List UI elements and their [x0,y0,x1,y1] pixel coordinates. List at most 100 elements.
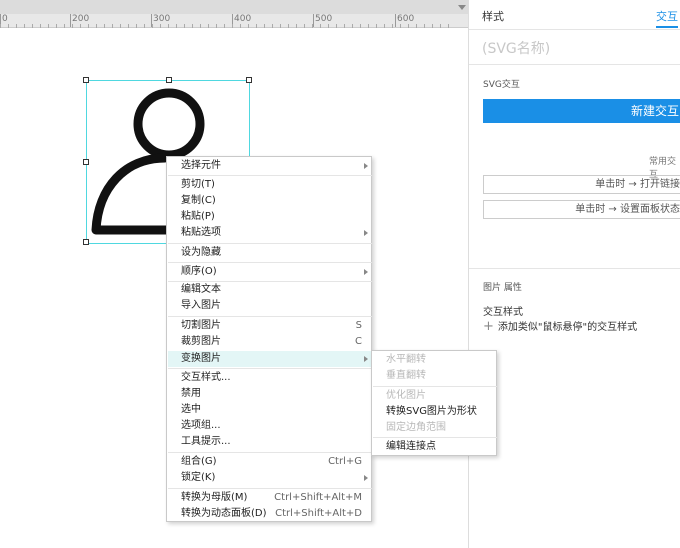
submenu-item-edit-connection-points[interactable]: 编辑连接点 [373,439,497,455]
menu-item-copy[interactable]: 复制(C) [168,193,372,209]
resize-handle-w[interactable] [83,159,89,165]
shortcut-label: C [355,336,362,347]
menu-item-select-widget[interactable]: 选择元件 [168,158,372,174]
menu-item-label: 粘贴选项 [181,227,221,238]
event-set-panel-state[interactable]: 单击时 → 设置面板状态 [483,200,680,219]
menu-item-paste[interactable]: 粘贴(P) [168,209,372,225]
resize-handle-n[interactable] [166,77,172,83]
menu-item-selected[interactable]: 选中 [168,402,372,418]
menu-item-label: 交互样式... [181,372,231,383]
ruler-label-600: 600 [397,14,415,24]
submenu-item-optimize-image: 优化图片 [386,390,426,401]
submenu-item-flip-vertical: 垂直翻转 [386,370,426,381]
submenu-item-fix-corner-range: 固定边角范围 [386,422,446,433]
menu-item-label: 选择元件 [181,160,221,171]
menu-item-lock[interactable]: 锁定(K) [168,470,372,486]
menu-separator [168,488,372,489]
submenu-item-flip-horizontal: 水平翻转 [386,354,426,365]
svg-interaction-label: SVG交互 [483,80,520,90]
ruler-label-500: 500 [315,14,333,24]
menu-item-set-hidden[interactable]: 设为隐藏 [168,245,372,261]
menu-item-label: 裁剪图片 [181,336,221,347]
menu-item-crop-image[interactable]: 裁剪图片 C [168,334,372,350]
shortcut-label: S [355,320,362,331]
divider [469,64,680,65]
menu-separator [168,368,372,369]
menu-item-label: 转换为动态面板(D) [181,508,267,519]
menu-item-slice-image[interactable]: 切割图片 S [168,318,372,334]
menu-item-label: 选中 [181,404,201,415]
menu-item-label: 剪切(T) [181,179,215,190]
resize-handle-ne[interactable] [246,77,252,83]
plus-icon: + [483,319,494,334]
add-interaction-style-link[interactable]: + 添加类似"鼠标悬停"的交互样式 [483,318,637,334]
new-interaction-button[interactable]: 新建交互 [483,99,680,123]
menu-separator [168,452,372,453]
menu-item-label: 顺序(O) [181,266,217,277]
tab-style[interactable]: 样式 [482,8,504,24]
ruler-label-200: 200 [72,14,90,24]
shortcut-label: Ctrl+Shift+Alt+D [275,508,362,519]
menu-item-edit-text[interactable]: 编辑文本 [168,282,372,298]
resize-handle-nw[interactable] [83,77,89,83]
submenu-item-convert-svg-to-shape[interactable]: 转换SVG图片为形状 [373,404,497,420]
submenu-arrow-icon [364,475,368,481]
menu-item-disable[interactable]: 禁用 [168,386,372,402]
menu-item-label: 组合(G) [181,456,217,467]
menu-separator [168,316,372,317]
menu-item-label: 切割图片 [181,320,221,331]
svg-name-field[interactable]: (SVG名称) [482,38,550,58]
ruler-tick [70,14,71,27]
menu-item-convert-to-master[interactable]: 转换为母版(M) Ctrl+Shift+Alt+M [168,490,372,506]
context-menu: 选择元件 剪切(T) 复制(C) 粘贴(P) 粘贴选项 设为隐藏 顺序(O) 编… [166,156,372,522]
menu-separator [168,243,372,244]
menu-item-label: 变换图片 [181,353,221,364]
add-style-text: 添加类似"鼠标悬停"的交互样式 [497,322,638,333]
panel-tabs: 样式 交互 [469,0,680,30]
submenu-arrow-icon [364,230,368,236]
resize-handle-sw[interactable] [83,239,89,245]
menu-separator [168,175,372,176]
ruler-dropdown-icon[interactable] [455,0,468,14]
divider [469,268,680,269]
menu-item-cut[interactable]: 剪切(T) [168,177,372,193]
event-open-link[interactable]: 单击时 → 打开链接 [483,175,680,194]
shortcut-label: Ctrl+Shift+Alt+M [274,492,362,503]
ruler-tick [313,14,314,27]
menu-item-paste-options[interactable]: 粘贴选项 [168,225,372,241]
submenu-arrow-icon [364,163,368,169]
menu-item-interaction-styles[interactable]: 交互样式... [168,370,372,386]
image-props-label: 图片 属性 [483,283,522,293]
menu-item-label: 导入图片 [181,300,221,311]
interaction-style-label: 交互样式 [483,307,523,318]
ruler-label-300: 300 [153,14,171,24]
menu-separator [373,386,497,387]
menu-item-option-group[interactable]: 选项组... [168,418,372,434]
menu-item-label: 复制(C) [181,195,216,206]
submenu-arrow-icon [364,269,368,275]
ruler-tick [395,14,396,27]
menu-item-label: 转换为母版(M) [181,492,248,503]
menu-item-order[interactable]: 顺序(O) [168,264,372,280]
menu-separator [373,437,497,438]
menu-item-label: 工具提示... [181,436,231,447]
transform-image-submenu: 水平翻转 垂直翻转 优化图片 转换SVG图片为形状 固定边角范围 编辑连接点 [371,350,497,456]
shortcut-label: Ctrl+G [328,456,362,467]
active-tab-indicator [656,26,678,28]
menu-item-group[interactable]: 组合(G) Ctrl+G [168,454,372,470]
menu-item-label: 选项组... [181,420,221,431]
menu-item-tooltip[interactable]: 工具提示... [168,434,372,450]
menu-item-import-image[interactable]: 导入图片 [168,298,372,314]
ruler-label-0: 0 [2,14,8,24]
menu-item-label: 设为隐藏 [181,247,221,258]
horizontal-ruler: 0 200 300 400 500 600 [0,0,468,28]
app-root: 0 200 300 400 500 600 样式 交互 (SVG名称) SVG交… [0,0,680,548]
menu-item-label: 禁用 [181,388,201,399]
menu-separator [168,262,372,263]
ruler-label-400: 400 [234,14,252,24]
submenu-arrow-icon [364,356,368,362]
tab-interaction[interactable]: 交互 [656,8,678,24]
menu-item-convert-to-dynamic-panel[interactable]: 转换为动态面板(D) Ctrl+Shift+Alt+D [168,506,372,522]
menu-item-label: 编辑文本 [181,284,221,295]
menu-item-transform-image[interactable]: 变换图片 [168,351,372,367]
